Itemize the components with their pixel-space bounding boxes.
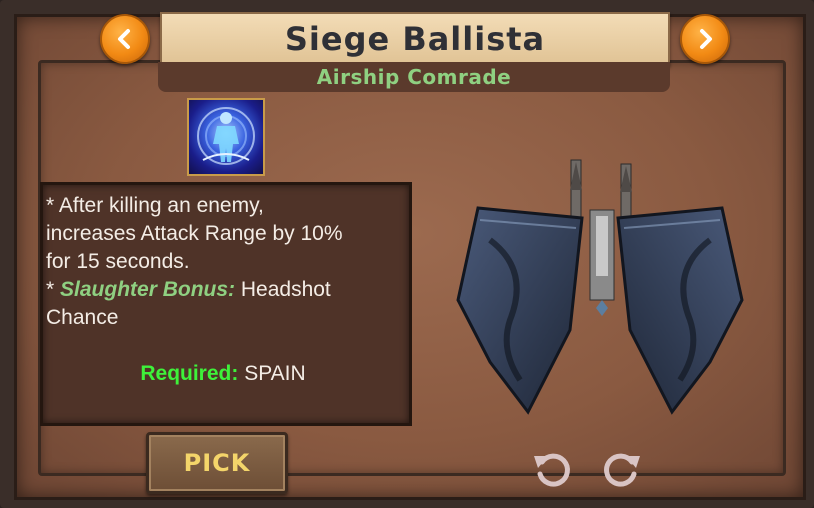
required-label: Required: xyxy=(140,362,239,385)
description-line: increases Attack Range by 10% xyxy=(46,222,343,245)
skill-icon xyxy=(187,98,265,176)
skill-description: * After killing an enemy, increases Atta… xyxy=(46,192,406,332)
description-line: * After killing an enemy, xyxy=(46,194,264,217)
unit-subtitle: Airship Comrade xyxy=(316,65,512,89)
previous-unit-button[interactable] xyxy=(100,14,150,64)
bonus-value: Headshot xyxy=(235,278,331,301)
bonus-value-line2: Chance xyxy=(46,306,119,329)
description-line: for 15 seconds. xyxy=(46,250,190,273)
chevron-left-icon xyxy=(118,29,130,49)
subtitle-bar: Airship Comrade xyxy=(158,62,670,92)
pick-label: PICK xyxy=(183,449,251,477)
rotate-left-button[interactable] xyxy=(528,444,576,492)
bonus-prefix: * xyxy=(46,278,61,301)
title-banner: Siege Ballista xyxy=(160,12,670,66)
bonus-label: Slaughter Bonus: xyxy=(60,278,236,301)
required-value: SPAIN xyxy=(238,362,306,385)
pick-button[interactable]: PICK xyxy=(146,432,288,494)
next-unit-button[interactable] xyxy=(680,14,730,64)
bonus-line: * Slaughter Bonus: Headshot xyxy=(46,276,406,304)
requirement-line: Required: SPAIN xyxy=(40,362,406,386)
rotate-right-button[interactable] xyxy=(598,444,646,492)
unit-3d-view[interactable] xyxy=(450,150,750,430)
chevron-right-icon xyxy=(700,29,712,49)
rotate-left-icon xyxy=(534,453,570,487)
warrior-aura-icon xyxy=(197,107,255,165)
rotate-right-icon xyxy=(604,453,640,487)
unit-title: Siege Ballista xyxy=(284,20,546,58)
siege-ballista-image xyxy=(456,159,744,415)
